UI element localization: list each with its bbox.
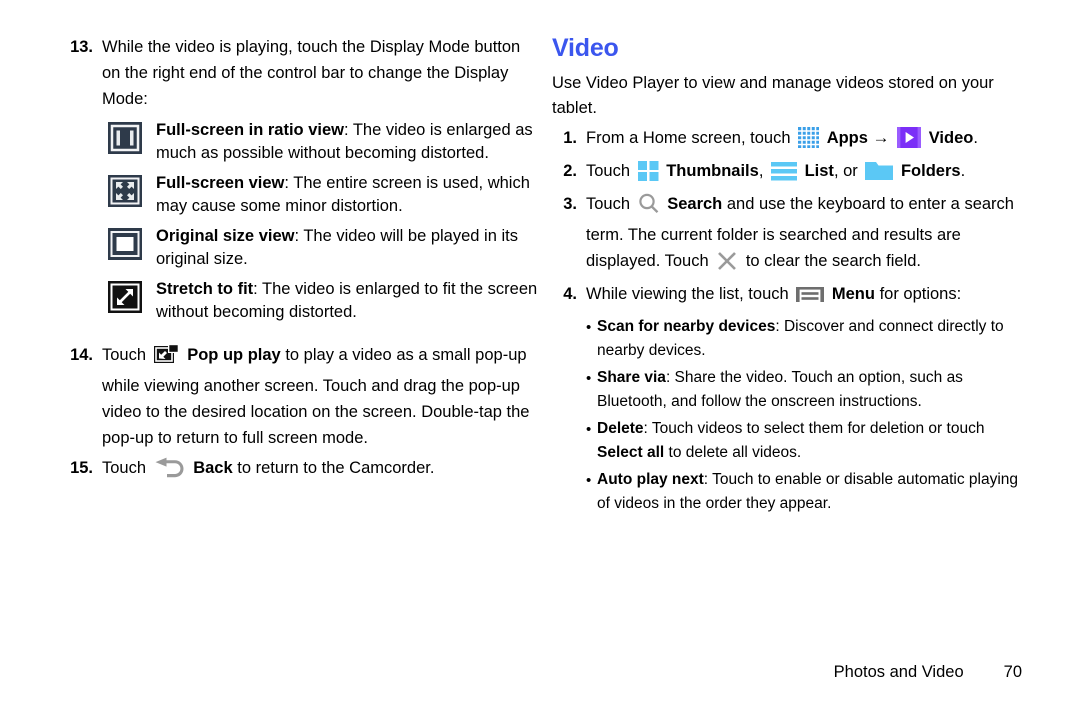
arrow-right-icon: → [872, 128, 890, 147]
display-mode-text-original: Original size view: The video will be pl… [156, 225, 538, 271]
step-2-prefix: Touch [586, 162, 631, 180]
step-14-number: 14. [70, 346, 93, 364]
display-mode-text-stretch: Stretch to fit: The video is enlarged to… [156, 278, 538, 324]
option-share-via: • Share via: Share the video. Touch an o… [586, 366, 1022, 414]
thumbnails-icon [637, 161, 659, 189]
option-share-via-text: Share via: Share the video. Touch an opt… [597, 366, 1022, 414]
bullet-marker: • [586, 319, 592, 336]
page-footer: Photos and Video 70 [0, 663, 1022, 682]
bullet-marker: • [586, 421, 592, 438]
step-14: 14. Touch Pop up play to play a video as… [68, 342, 538, 451]
step-3: 3. Touch Search and use the keyboard to … [552, 191, 1022, 279]
step-2-folders-label: Folders [900, 162, 961, 180]
step-4-suffix: for options: [879, 285, 962, 303]
option-delete-label2: Select all [597, 444, 665, 461]
step-2: 2. Touch Thumbnails, List, or Folders. [552, 158, 1022, 189]
option-delete-label: Delete [597, 420, 644, 437]
step-15-prefix: Touch [102, 459, 147, 477]
step-15: 15. Touch Back to return to the Camcorde… [68, 455, 538, 487]
option-share-via-label: Share via [597, 369, 666, 386]
option-auto-play-next-text: Auto play next: Touch to enable or disab… [597, 468, 1022, 516]
step-1-video-label: Video [928, 129, 974, 147]
option-scan-nearby: • Scan for nearby devices: Discover and … [586, 315, 1022, 363]
left-column: 13. While the video is playing, touch th… [68, 34, 538, 489]
step-13: 13. While the video is playing, touch th… [68, 34, 538, 112]
step-15-bold-label: Back [193, 459, 233, 477]
step-3-search-label: Search [667, 195, 723, 213]
step-2-number: 2. [563, 162, 577, 180]
option-delete-desc2: to delete all videos. [664, 444, 802, 461]
full-screen-in-ratio-view-icon [108, 121, 142, 155]
step-14-prefix: Touch [102, 346, 147, 364]
right-column: Video Use Video Player to view and manag… [552, 34, 1022, 516]
apps-grid-icon [798, 127, 820, 156]
list-icon [771, 161, 797, 189]
option-delete-desc: : Touch videos to select them for deleti… [643, 420, 985, 437]
step-14-bold-label: Pop up play [187, 346, 281, 364]
page-title: Video [552, 34, 619, 62]
step-14-body: Touch Pop up play to play a video as a s… [102, 342, 538, 451]
step-1-suffix: . [973, 129, 978, 147]
step-15-number: 15. [70, 459, 93, 477]
step-1-body: From a Home screen, touch Apps → Video. [586, 125, 1022, 156]
option-delete: • Delete: Touch videos to select them fo… [586, 417, 1022, 465]
step-4: 4. While viewing the list, touch Menu fo… [552, 281, 1022, 312]
option-delete-text: Delete: Touch videos to select them for … [597, 417, 1022, 465]
step-4-number: 4. [563, 285, 577, 303]
footer-section-label: Photos and Video [833, 663, 964, 681]
video-player-icon [897, 127, 922, 156]
step-3-text-b: to clear the search field. [745, 252, 921, 270]
step-2-sep1: , [758, 162, 764, 180]
display-mode-label-ratio: Full-screen in ratio view [156, 121, 344, 139]
search-icon [638, 193, 660, 222]
step-13-text: While the video is playing, touch the Di… [102, 38, 521, 108]
step-2-suffix: . [960, 162, 966, 180]
option-scan-nearby-text: Scan for nearby devices: Discover and co… [597, 315, 1022, 363]
display-mode-label-fullscreen: Full-screen view [156, 174, 285, 192]
display-mode-text-fullscreen: Full-screen view: The entire screen is u… [156, 172, 538, 218]
manual-page: 13. While the video is playing, touch th… [0, 0, 1080, 720]
step-1-number: 1. [563, 129, 577, 147]
step-3-number: 3. [563, 195, 577, 213]
bullet-marker: • [586, 472, 592, 489]
step-2-body: Touch Thumbnails, List, or Folders. [586, 158, 1022, 189]
footer-page-number: 70 [1003, 663, 1022, 681]
step-2-sep2: , or [833, 162, 858, 180]
display-mode-row-original: Original size view: The video will be pl… [108, 225, 538, 271]
bullet-marker: • [586, 370, 592, 387]
display-mode-row-ratio: Full-screen in ratio view: The video is … [108, 119, 538, 165]
option-auto-play-next-label: Auto play next [597, 471, 704, 488]
step-1-apps-label: Apps [826, 129, 868, 147]
step-3-body: Touch Search and use the keyboard to ent… [586, 191, 1022, 279]
menu-icon [796, 286, 825, 312]
step-15-body: Touch Back to return to the Camcorder. [102, 455, 538, 487]
pop-up-play-icon [153, 344, 180, 373]
option-auto-play-next: • Auto play next: Touch to enable or dis… [586, 468, 1022, 516]
step-2-list-label: List [804, 162, 834, 180]
step-13-number: 13. [70, 38, 93, 56]
back-icon [154, 457, 186, 487]
step-1-prefix: From a Home screen, touch [586, 129, 791, 147]
step-1: 1. From a Home screen, touch Apps → Vide… [552, 125, 1022, 156]
step-4-body: While viewing the list, touch Menu for o… [586, 281, 1022, 312]
display-mode-label-stretch: Stretch to fit [156, 280, 254, 298]
clear-x-icon [716, 251, 738, 279]
step-15-text: to return to the Camcorder. [237, 459, 435, 477]
step-3-prefix: Touch [586, 195, 631, 213]
display-mode-label-original: Original size view [156, 227, 295, 245]
full-screen-view-icon [108, 174, 142, 208]
step-2-thumbnails-label: Thumbnails [666, 162, 759, 180]
step-4-prefix: While viewing the list, touch [586, 285, 789, 303]
folders-icon [865, 160, 894, 189]
option-scan-nearby-label: Scan for nearby devices [597, 318, 776, 335]
intro-paragraph: Use Video Player to view and manage vide… [552, 74, 994, 117]
original-size-view-icon [108, 227, 142, 261]
display-mode-row-stretch: Stretch to fit: The video is enlarged to… [108, 278, 538, 324]
display-mode-text-ratio: Full-screen in ratio view: The video is … [156, 119, 538, 165]
step-4-menu-label: Menu [831, 285, 875, 303]
stretch-to-fit-icon [108, 280, 142, 314]
display-mode-row-fullscreen: Full-screen view: The entire screen is u… [108, 172, 538, 218]
